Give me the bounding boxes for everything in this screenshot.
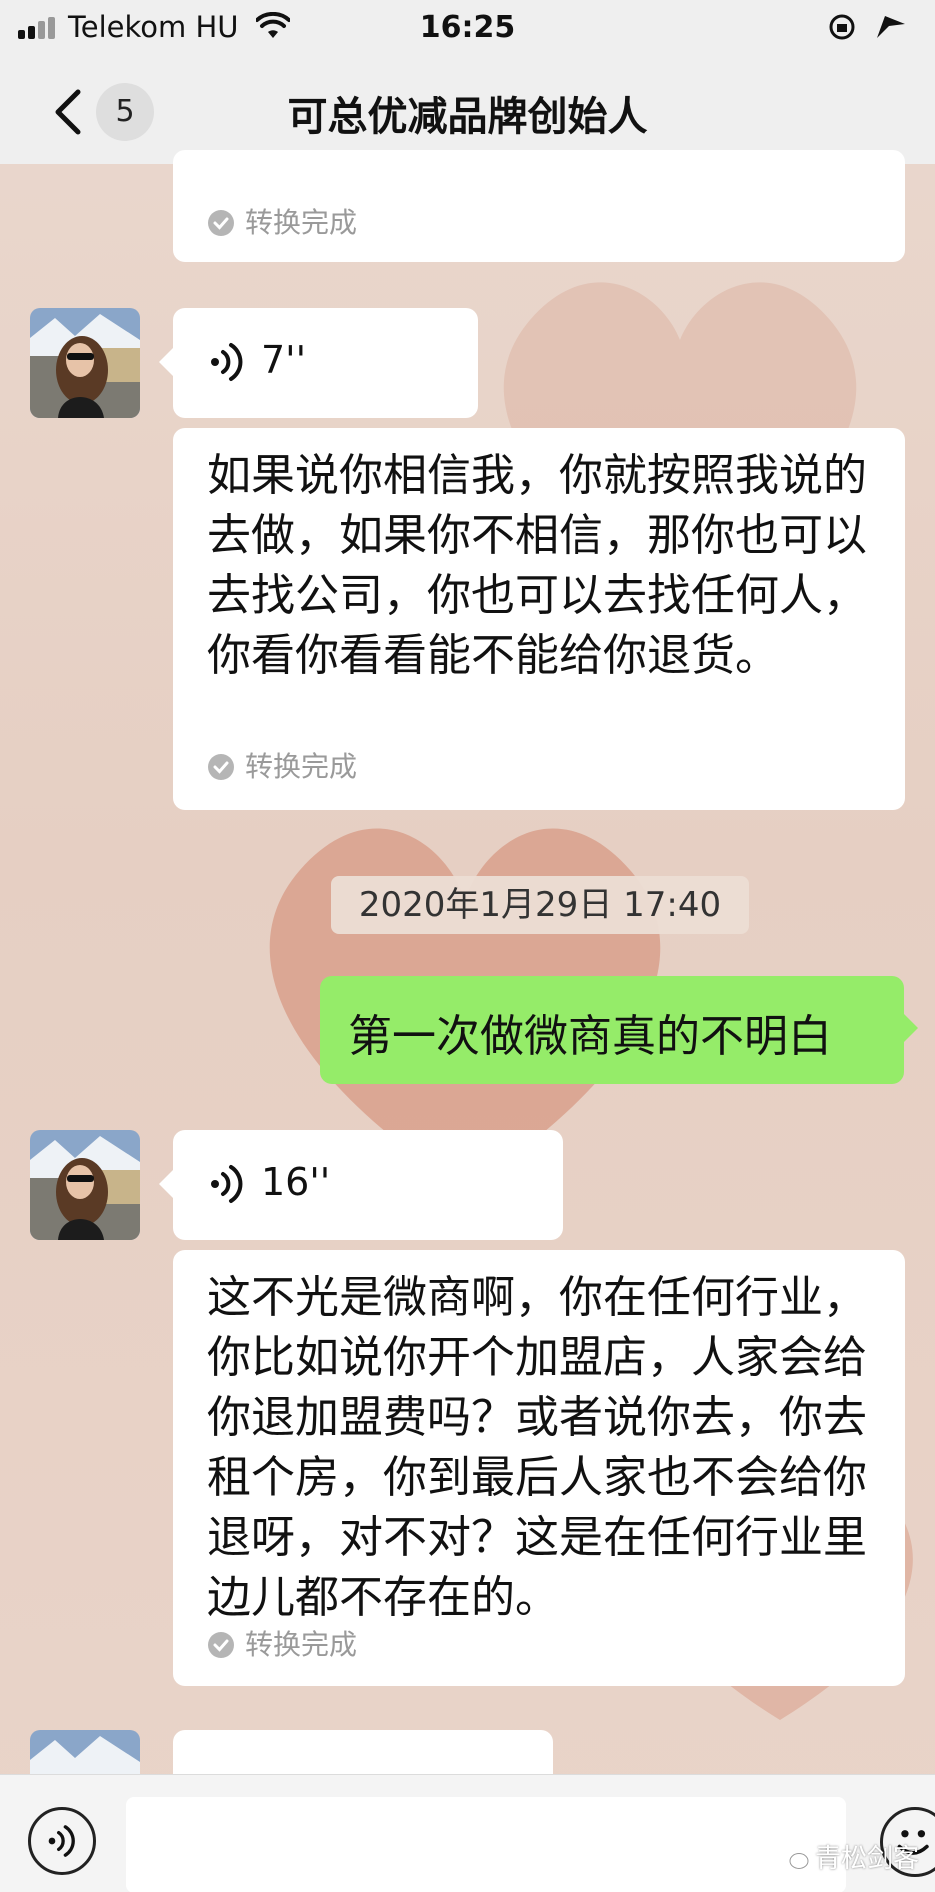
transcript-bubble[interactable]: 这不光是微商啊，你在任何行业，你比如说你开个加盟店，人家会给你退加盟费吗？或者说… bbox=[173, 1250, 905, 1686]
voice-wave-icon bbox=[211, 343, 243, 381]
transcript-text: 如果说你相信我，你就按照我说的去做，如果你不相信，那你也可以去找公司，你也可以去… bbox=[207, 450, 867, 681]
check-circle-icon bbox=[208, 210, 234, 236]
conversion-status-text: 转换完成 bbox=[245, 750, 358, 783]
status-time: 16:25 bbox=[419, 10, 516, 45]
conversion-status: 转换完成 bbox=[207, 1628, 357, 1662]
transcript-bubble[interactable]: 转换完成 bbox=[173, 150, 905, 262]
check-circle-icon bbox=[208, 754, 234, 780]
avatar-photo bbox=[30, 1130, 140, 1240]
avatar-photo bbox=[30, 308, 140, 418]
transcript-text: 这不光是微商啊，你在任何行业，你比如说你开个加盟店，人家会给你退加盟费吗？或者说… bbox=[207, 1272, 867, 1623]
conversion-status: 转换完成 bbox=[207, 750, 357, 784]
message-input[interactable] bbox=[126, 1797, 846, 1892]
status-bar: Telekom HU 16:25 bbox=[0, 0, 935, 60]
check-circle-icon bbox=[208, 1632, 234, 1658]
contact-avatar[interactable] bbox=[30, 1730, 140, 1774]
voice-input-button[interactable] bbox=[28, 1807, 96, 1875]
wechat-icon bbox=[777, 1847, 809, 1869]
voice-duration: 7'' bbox=[261, 338, 307, 382]
conversion-status: 转换完成 bbox=[207, 206, 357, 240]
voice-message-bubble[interactable]: 7'' bbox=[159, 308, 478, 418]
watermark-text: 青松剑客 bbox=[814, 1844, 919, 1874]
watermark: 青松剑客 bbox=[777, 1838, 919, 1875]
avatar-photo bbox=[30, 1730, 140, 1774]
voice-message-bubble[interactable] bbox=[173, 1730, 553, 1774]
voice-duration: 16'' bbox=[261, 1160, 331, 1204]
chat-title: 可总优减品牌创始人 bbox=[287, 94, 648, 140]
voice-wave-icon bbox=[211, 1165, 243, 1203]
sent-message-text: 第一次做微商真的不明白 bbox=[348, 1011, 832, 1062]
voice-wave-icon bbox=[48, 1825, 75, 1857]
contact-avatar[interactable] bbox=[30, 308, 140, 418]
navigation-bar: 5 可总优减品牌创始人 bbox=[0, 60, 935, 164]
rotation-lock-and-location-icon bbox=[829, 14, 905, 40]
chat-timestamp: 2020年1月29日 17:40 bbox=[331, 876, 749, 934]
transcript-bubble[interactable]: 如果说你相信我，你就按照我说的去做，如果你不相信，那你也可以去找公司，你也可以去… bbox=[173, 428, 905, 810]
conversion-status-text: 转换完成 bbox=[245, 1628, 358, 1661]
conversion-status-text: 转换完成 bbox=[245, 206, 358, 239]
contact-avatar[interactable] bbox=[30, 1130, 140, 1240]
voice-message-bubble[interactable]: 16'' bbox=[159, 1130, 563, 1240]
sent-message-bubble[interactable]: 第一次做微商真的不明白 bbox=[320, 976, 918, 1084]
